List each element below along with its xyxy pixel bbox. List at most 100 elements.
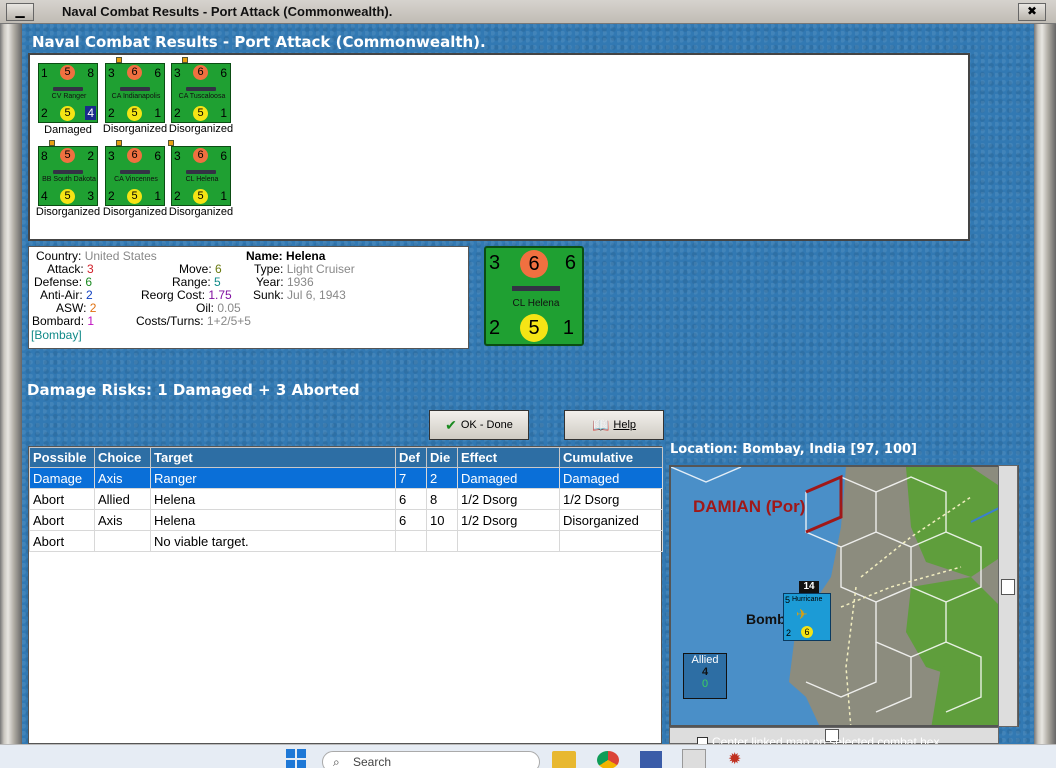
cell-target: Helena	[150, 488, 396, 510]
counter-move: 5	[193, 189, 208, 204]
counter-name: BB South Dakota	[42, 176, 96, 183]
unit-counter-cl-helena[interactable]: 3 6 6 CL Helena 2 5 1	[168, 140, 231, 206]
table-row[interactable]: Abort No viable target.	[29, 530, 663, 552]
map-region-label: DAMIAN (Por)	[693, 497, 806, 516]
counter-move: 5	[60, 106, 75, 121]
cell-choice	[94, 530, 151, 552]
close-button[interactable]: ✖	[1018, 3, 1046, 21]
counter-aa: 8	[87, 66, 94, 80]
column-header-die[interactable]: Die	[426, 447, 458, 468]
antiair-label: Anti-Air:	[40, 288, 83, 302]
taskbar-search[interactable]: ⌕ Search	[322, 751, 540, 768]
scrollbar-thumb[interactable]	[1001, 579, 1015, 595]
unit-info-panel: Country: United States Attack: 3 Defense…	[28, 246, 469, 349]
ship-icon	[120, 170, 150, 174]
counter-attack: 1	[41, 66, 48, 80]
attack-value: 3	[87, 262, 94, 276]
counter-asw: 2	[108, 189, 115, 203]
counter-defense: 6	[193, 148, 208, 163]
counter-asw: 2	[108, 106, 115, 120]
table-row[interactable]: Abort Allied Helena 6 8 1/2 Dsorg 1/2 Ds…	[29, 488, 663, 510]
map-city-label: Bomb	[746, 611, 786, 627]
allied-label: Allied	[691, 654, 719, 666]
cell-def: 6	[395, 488, 427, 510]
name-value: Helena	[286, 249, 326, 263]
column-header-def[interactable]: Def	[395, 447, 427, 468]
counter-asw: 2	[489, 317, 501, 339]
column-header-cumulative[interactable]: Cumulative	[559, 447, 663, 468]
column-header-possible[interactable]: Possible	[29, 447, 95, 468]
cell-target: Ranger	[150, 467, 396, 489]
counter-aa: 6	[154, 66, 161, 80]
counter-aa: 6	[564, 252, 576, 274]
counter-asw: 4	[41, 189, 48, 203]
counter-aa: 6	[154, 149, 161, 163]
ship-icon	[120, 87, 150, 91]
stack-count: 14	[799, 581, 819, 593]
title-bar: ▁ Naval Combat Results - Port Attack (Co…	[0, 0, 1056, 24]
unit-counter-bb-south-dakota[interactable]: 8 5 2 BB South Dakota 4 5 3	[38, 140, 98, 206]
counter-defense: 6	[520, 250, 548, 278]
combat-results-table: Possible Choice Target Def Die Effect Cu…	[28, 446, 663, 744]
ok-done-button[interactable]: ✔ OK - Done	[429, 410, 529, 440]
active-app-icon[interactable]	[682, 749, 706, 768]
file-explorer-icon[interactable]	[552, 751, 576, 768]
help-button[interactable]: 📖 Help	[564, 410, 664, 440]
minimize-button[interactable]: ▁	[6, 3, 34, 21]
unit-status: Disorganized	[35, 206, 101, 218]
cell-possible: Abort	[29, 509, 95, 531]
counter-asw: 2	[174, 189, 181, 203]
table-row[interactable]: Damage Axis Ranger 7 2 Damaged Damaged	[29, 467, 663, 489]
counter-move: 5	[60, 189, 75, 204]
unit-status: Disorganized	[168, 123, 234, 135]
column-header-target[interactable]: Target	[150, 447, 396, 468]
attack-label: Attack:	[47, 262, 84, 276]
combat-results-panel: Naval Combat Results - Port Attack (Comm…	[22, 24, 1034, 749]
oil-label: Oil:	[196, 301, 214, 315]
map-unit-counter[interactable]: 5 Hurricane ✈ 2 6	[783, 593, 831, 641]
table-row[interactable]: Abort Axis Helena 6 10 1/2 Dsorg Disorga…	[29, 509, 663, 531]
game-icon[interactable]: ✹	[728, 749, 752, 768]
cell-possible: Abort	[29, 530, 95, 552]
checkmark-icon: ✔	[445, 417, 457, 434]
ship-icon	[186, 170, 216, 174]
flag-icon	[116, 140, 122, 146]
year-value: 1936	[286, 275, 314, 289]
reorg-value: 1.75	[208, 288, 232, 302]
column-header-choice[interactable]: Choice	[94, 447, 151, 468]
map-unit-move: 6	[801, 626, 813, 638]
app-icon[interactable]	[640, 751, 662, 768]
counter-move: 5	[193, 106, 208, 121]
taskbar: ⌕ Search ✹	[0, 744, 1056, 768]
frame-left	[0, 24, 22, 744]
windows-start-icon[interactable]	[286, 749, 306, 768]
map-unit-name: Hurricane	[792, 596, 823, 603]
unit-counter-ca-vincennes[interactable]: 3 6 6 CA Vincennes 2 5 1	[105, 140, 165, 206]
unit-status: Disorganized	[102, 206, 168, 218]
counter-aa: 2	[87, 149, 94, 163]
cell-def	[395, 530, 427, 552]
counter-name: CA Vincennes	[114, 176, 158, 183]
counter-defense: 5	[60, 148, 75, 163]
page-title: Naval Combat Results - Port Attack (Comm…	[32, 33, 486, 51]
column-header-effect[interactable]: Effect	[457, 447, 560, 468]
allied-stack-box: Allied 4 0	[683, 653, 727, 699]
unit-location[interactable]: [Bombay]	[31, 328, 82, 342]
counter-name: CV Ranger	[51, 93, 87, 100]
unit-status: Disorganized	[102, 123, 168, 135]
bombard-label: Bombard:	[32, 314, 85, 328]
move-value: 6	[215, 262, 222, 276]
counter-air: 1	[154, 106, 161, 120]
unit-counter-ca-tuscaloosa[interactable]: 3 6 6 CA Tuscaloosa 2 5 1	[171, 57, 231, 123]
counter-attack: 3	[108, 66, 115, 80]
counter-asw: 2	[41, 106, 48, 120]
unit-status: Disorganized	[168, 206, 234, 218]
counter-air: 1	[562, 317, 574, 339]
unit-counter-ca-indianapolis[interactable]: 3 6 6 CA Indianapolis 2 5 1	[105, 57, 165, 123]
chrome-icon[interactable]	[597, 751, 619, 768]
book-icon: 📖	[591, 417, 610, 434]
map-vertical-scrollbar[interactable]	[998, 465, 1018, 727]
unit-counter-cv-ranger[interactable]: 1 5 8 CV Ranger 2 5 4	[38, 63, 98, 123]
defense-label: Defense:	[34, 275, 83, 289]
linked-map[interactable]: DAMIAN (Por) Bomb 14 5 Hurricane ✈ 2 6 A…	[669, 465, 1019, 727]
